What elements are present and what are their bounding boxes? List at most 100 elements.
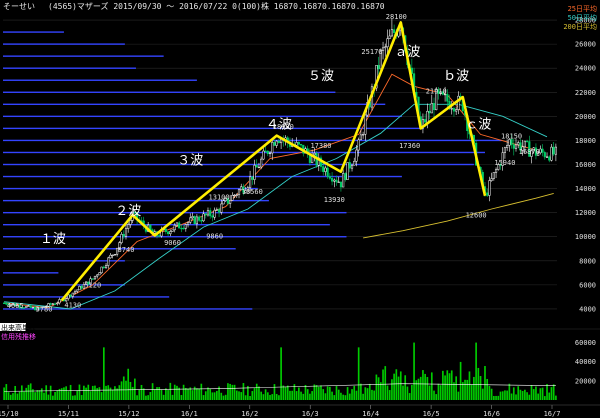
stock-chart: 3780 4065 4130 5120 8740 9060 9860 13100 13560 17… [0, 1, 600, 418]
volume-bar [552, 384, 555, 400]
volume-bar [326, 386, 329, 400]
candle-body [339, 181, 343, 188]
volume-bar [357, 347, 360, 400]
volume-bar [530, 385, 533, 400]
volume-bar [43, 392, 45, 400]
candle-body [213, 209, 216, 218]
volume-bar [300, 391, 302, 400]
candle-body [377, 65, 380, 70]
volume-bar [479, 375, 482, 400]
candle-body [455, 109, 458, 112]
volume-bar [473, 376, 475, 400]
volume-bar [362, 393, 364, 400]
volume-bar [173, 384, 176, 400]
volume-bar [38, 390, 41, 400]
candle-body [268, 152, 272, 155]
candle-body [27, 305, 30, 307]
volume-bar [122, 376, 125, 400]
volume-bar [56, 390, 59, 400]
price-annotation: 4065 [7, 302, 24, 310]
volume-bar [366, 388, 369, 400]
volume-bar [169, 382, 172, 400]
chart-window: 3780 4065 4130 5120 8740 9060 9860 13100 13560 17… [0, 0, 600, 418]
volume-bar [100, 392, 103, 400]
volume-bar [388, 390, 391, 400]
volume-bar [45, 385, 48, 400]
volume-bar [266, 392, 269, 400]
date-tick-label: 16/7 [544, 410, 561, 418]
volume-bar [355, 390, 358, 400]
volume-bar [176, 385, 178, 400]
moving-averages [4, 73, 554, 310]
candle-body [69, 294, 72, 297]
candle-body [257, 166, 261, 169]
candle-body [335, 179, 338, 183]
volume-bar [291, 390, 294, 400]
volume-bar [182, 384, 185, 400]
candle-body [393, 29, 396, 34]
candle-body [237, 189, 241, 196]
price-tick-label: 24000 [575, 65, 596, 73]
volume-bar [430, 372, 433, 400]
date-tick-label: 16/4 [362, 410, 379, 418]
volume-profile-bar [3, 67, 136, 69]
volume-bar [320, 385, 322, 400]
volume-bar [14, 385, 17, 400]
candle-body [164, 228, 167, 232]
volume-bar [202, 395, 205, 400]
volume-bar [109, 387, 112, 400]
volume-bar [114, 386, 116, 400]
volume-profile-bar [3, 211, 347, 214]
volume-bar [528, 394, 531, 400]
candle-body [548, 156, 551, 161]
candle-body [333, 179, 336, 182]
candle-body [184, 224, 187, 229]
candle-body [195, 216, 198, 225]
volume-bar [63, 387, 65, 400]
volume-bar [459, 361, 462, 400]
price-annotation: 8740 [118, 246, 135, 254]
volume-bar [235, 390, 238, 400]
volume-bar [253, 387, 256, 400]
candle-body [450, 108, 453, 110]
volume-bar [477, 367, 480, 400]
candle-body [526, 140, 529, 143]
price-annotation: 13930 [324, 196, 345, 204]
candle-body [328, 176, 331, 179]
volume-bar [71, 395, 74, 400]
volume-bar [555, 395, 557, 400]
volume-bar [227, 383, 229, 400]
volume-bar [386, 385, 389, 400]
price-tick-label: 26000 [575, 41, 596, 49]
candle-body [324, 167, 327, 172]
legend-25day: 25日平均 [568, 4, 597, 13]
volume-bar [7, 392, 10, 400]
volume-tick-label: 20000 [575, 377, 596, 385]
candle-body [211, 215, 214, 218]
volume-bar [191, 390, 194, 400]
volume-bar [83, 385, 85, 400]
price-annotation: 17380 [310, 142, 331, 150]
candle-body [235, 194, 238, 196]
volume-bar [29, 383, 32, 400]
volume-bar [134, 378, 136, 400]
volume-bar [510, 393, 513, 400]
candle-body [167, 231, 170, 235]
volume-bar [348, 393, 351, 400]
volume-bar [404, 375, 407, 400]
volume-bar [189, 387, 192, 400]
volume-bar [461, 382, 464, 400]
price-annotation: 21910 [426, 87, 447, 95]
candle-body [359, 134, 362, 141]
price-tick-label: 18000 [575, 137, 596, 145]
volume-bar [94, 385, 96, 400]
volume-bar [9, 394, 12, 400]
volume-bar [501, 391, 504, 400]
volume-bar [198, 388, 200, 400]
volume-bar [468, 371, 471, 400]
volume-bar [298, 387, 300, 400]
candle-body [264, 150, 267, 153]
candle-body [506, 145, 509, 148]
legend-200day: 200日平均 [563, 22, 597, 31]
volume-bar [238, 391, 240, 400]
